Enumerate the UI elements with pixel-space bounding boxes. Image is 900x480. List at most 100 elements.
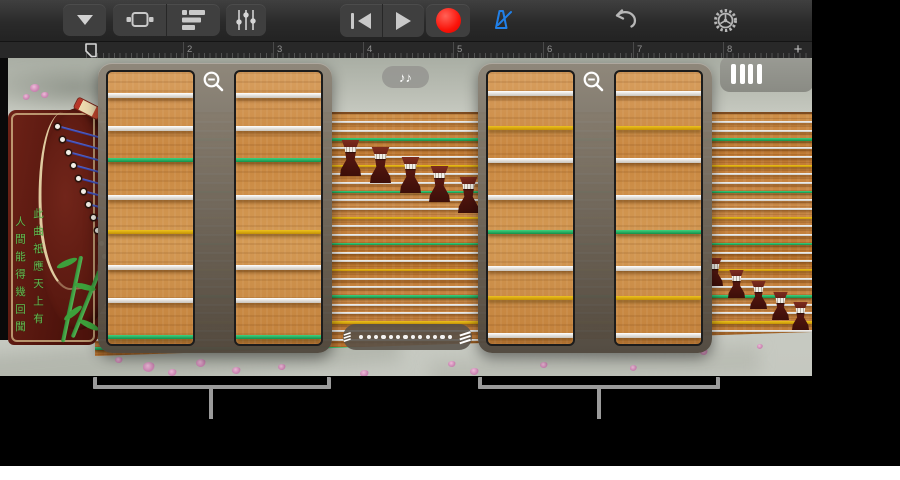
bridge-saddle	[433, 173, 446, 178]
magnified-string-white[interactable]	[108, 93, 193, 98]
magnified-string-white[interactable]	[108, 195, 193, 200]
bar-number: 2	[187, 44, 193, 55]
magnified-string-yellow[interactable]	[108, 230, 193, 234]
slider-dot	[373, 334, 379, 340]
bridge-saddle	[731, 276, 742, 281]
tracks-view-icon	[181, 10, 205, 30]
blossom	[360, 370, 369, 376]
vertical-strings-icon	[731, 64, 762, 84]
tuning-peg	[91, 215, 96, 220]
magnified-string-yellow[interactable]	[236, 230, 321, 234]
magnified-string-column[interactable]	[234, 70, 323, 346]
magnified-string-green[interactable]	[616, 230, 701, 234]
bar-gridline	[183, 42, 184, 58]
tuning-peg	[76, 176, 81, 181]
page-margin	[0, 466, 900, 480]
magnified-string-yellow[interactable]	[488, 126, 573, 130]
magnified-string-yellow[interactable]	[616, 296, 701, 300]
undo-button[interactable]	[611, 9, 641, 31]
magnified-string-column[interactable]	[106, 70, 195, 346]
add-bars-button[interactable]: +	[786, 42, 810, 58]
callout-bracket	[478, 377, 720, 389]
magnified-string-white[interactable]	[236, 265, 321, 270]
tuning-peg	[86, 202, 91, 207]
zoom-panel-left	[98, 63, 332, 353]
magnified-string-white[interactable]	[616, 158, 701, 163]
magnified-string-white[interactable]	[488, 158, 573, 163]
metronome-button[interactable]	[488, 6, 516, 33]
gear-icon	[714, 9, 737, 32]
bar-number: 7	[637, 44, 643, 55]
magnified-string-white[interactable]	[616, 333, 701, 338]
magnified-string-white[interactable]	[488, 266, 573, 271]
tremolo-large-icon	[459, 330, 471, 344]
blossom	[196, 359, 206, 367]
timeline-ruler[interactable]: 2 3 4 5 6 7 8 +	[0, 42, 812, 58]
magnified-string-white[interactable]	[236, 298, 321, 303]
record-button[interactable]	[426, 4, 470, 37]
bar-gridline	[633, 42, 634, 58]
magnified-string-white[interactable]	[488, 333, 573, 338]
magnified-string-yellow[interactable]	[488, 296, 573, 300]
magnified-string-white[interactable]	[236, 126, 321, 131]
magnified-string-white[interactable]	[236, 195, 321, 200]
magnified-string-white[interactable]	[236, 93, 321, 98]
bar-gridline	[363, 42, 364, 58]
magnified-string-white[interactable]	[108, 298, 193, 303]
magnified-string-column[interactable]	[486, 70, 575, 346]
slider-dot	[432, 334, 438, 340]
slider-dot	[396, 334, 401, 340]
skip-to-beginning-icon	[351, 12, 371, 29]
blossom	[23, 94, 30, 100]
tuning-peg	[60, 137, 65, 142]
notes-mode-button[interactable]: ♪♪	[382, 66, 429, 88]
magnified-string-green[interactable]	[108, 335, 193, 339]
magnified-string-white[interactable]	[616, 91, 701, 96]
magnified-string-white[interactable]	[108, 126, 193, 131]
magnified-string-green[interactable]	[488, 230, 573, 234]
magnified-string-white[interactable]	[488, 91, 573, 96]
tuning-peg	[55, 124, 60, 129]
settings-button[interactable]	[711, 6, 740, 35]
tremolo-small-icon	[343, 332, 351, 342]
slider-dot	[381, 334, 386, 340]
tuning-peg	[81, 189, 86, 194]
tracks-view-button[interactable]	[167, 4, 220, 36]
magnified-string-green[interactable]	[236, 158, 321, 162]
mixer-button[interactable]	[226, 4, 266, 36]
bar-number: 6	[547, 44, 553, 55]
view-toggle-group	[113, 4, 220, 36]
display-dropdown-button[interactable]	[63, 4, 106, 36]
bridge-saddle	[795, 308, 806, 313]
magnified-string-green[interactable]	[108, 158, 193, 162]
magnified-string-green[interactable]	[236, 335, 321, 339]
blossom	[30, 84, 40, 92]
skip-to-beginning-button[interactable]	[341, 4, 382, 37]
play-button[interactable]	[383, 4, 424, 37]
zoom-panel-right	[478, 63, 712, 353]
tuning-peg	[66, 150, 71, 155]
strings-view-button[interactable]	[720, 58, 812, 92]
slider-dot	[440, 334, 445, 340]
blossom	[630, 365, 637, 371]
magnified-string-white[interactable]	[616, 266, 701, 271]
magnified-string-column[interactable]	[614, 70, 703, 346]
zoom-out-icon[interactable]	[582, 70, 606, 94]
garageband-app: 2345678 + 此曲祇應天上有 人間能得幾回聞 ♪♪	[0, 0, 812, 466]
magnified-string-white[interactable]	[616, 195, 701, 200]
tuning-peg	[71, 163, 76, 168]
bar-gridline	[453, 42, 454, 58]
tab-bar-glyph	[748, 64, 753, 84]
magnified-string-white[interactable]	[108, 265, 193, 270]
screenshot-stage: 2345678 + 此曲祇應天上有 人間能得幾回聞 ♪♪	[0, 0, 900, 480]
bracket-stem	[209, 389, 213, 419]
magnified-string-white[interactable]	[488, 195, 573, 200]
playhead-marker[interactable]	[83, 43, 97, 58]
slider-dot	[366, 334, 371, 340]
guzheng-stage: 此曲祇應天上有 人間能得幾回聞 ♪♪	[0, 58, 812, 376]
tremolo-slider[interactable]	[343, 324, 472, 350]
zoom-out-icon[interactable]	[202, 70, 226, 94]
record-icon	[435, 8, 461, 33]
magnified-string-yellow[interactable]	[616, 126, 701, 130]
instrument-view-button[interactable]	[113, 4, 166, 36]
